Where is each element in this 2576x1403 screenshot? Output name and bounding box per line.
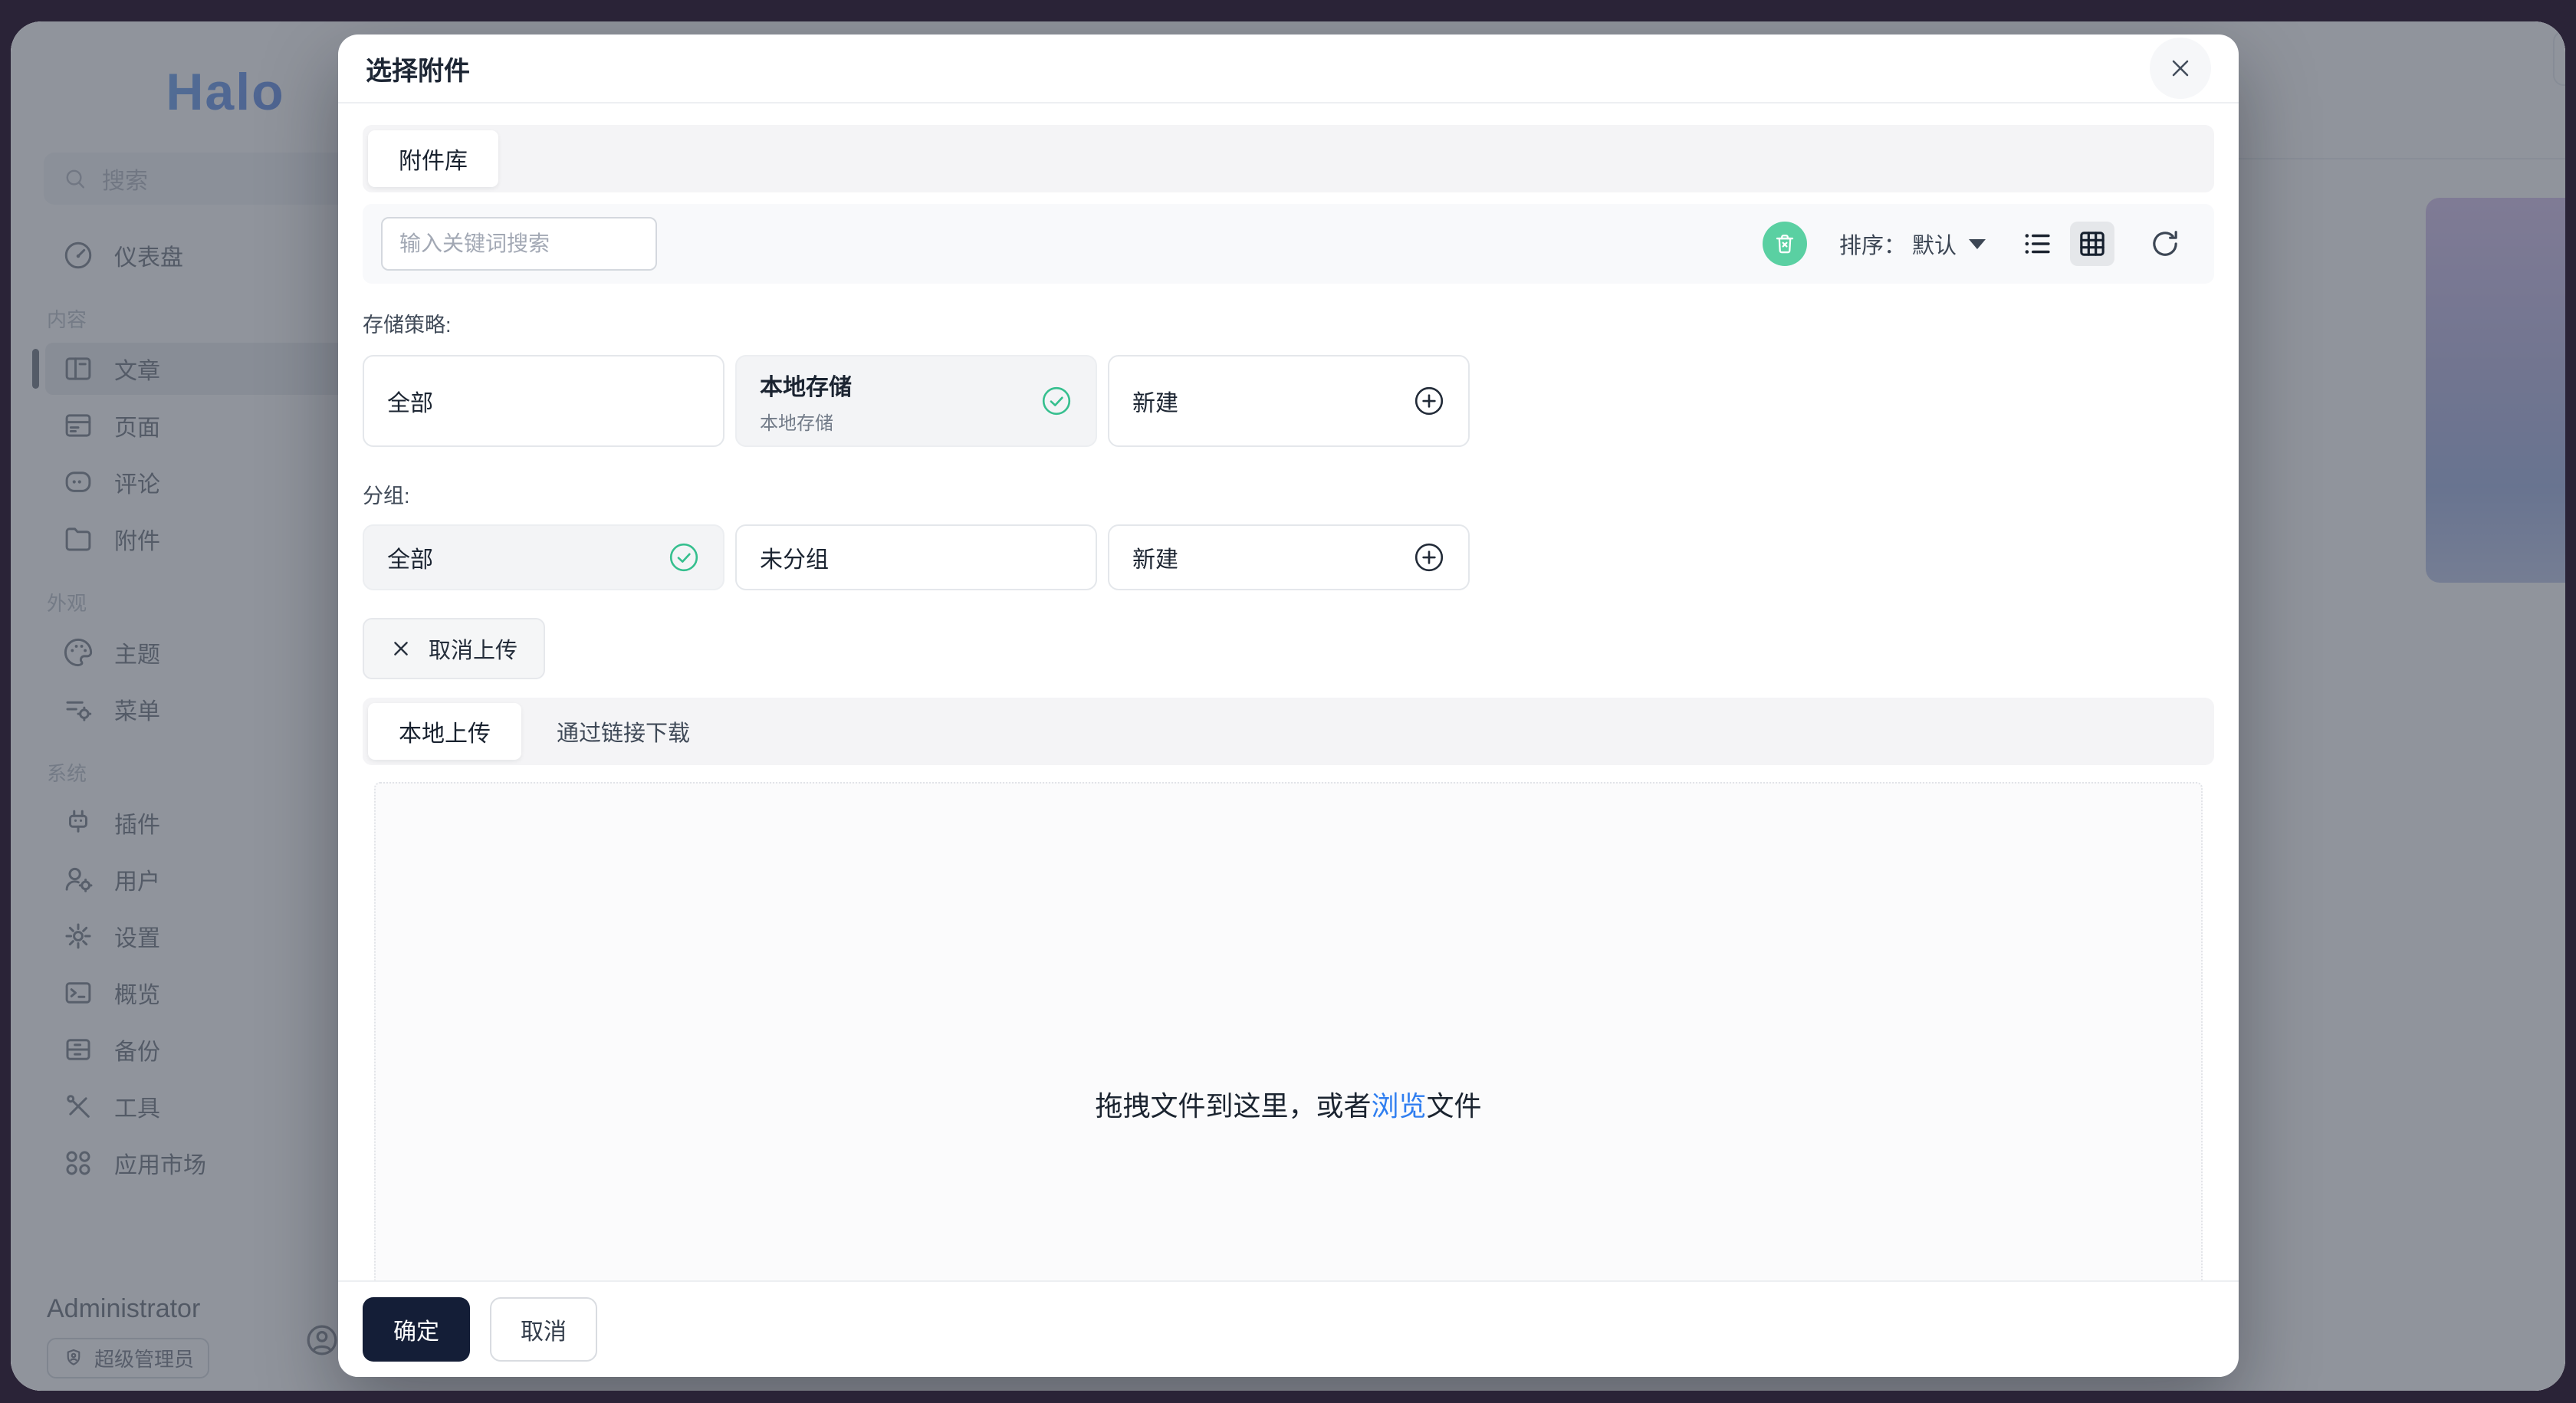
confirm-button[interactable]: 确定 [363, 1297, 470, 1362]
cancel-button[interactable]: 取消 [490, 1297, 597, 1362]
trash-icon [1773, 232, 1797, 256]
plus-circle-icon [1413, 541, 1445, 573]
upload-tabbar: 本地上传 通过链接下载 [363, 698, 2214, 765]
upload-dropzone[interactable]: 拖拽文件到这里，或者浏览文件 [374, 782, 2203, 1280]
group-card-ungrouped[interactable]: 未分组 [735, 524, 1097, 590]
group-cards: 全部 未分组 新建 [363, 524, 2214, 590]
modal-title: 选择附件 [366, 50, 470, 87]
list-icon [2021, 228, 2053, 260]
policy-card-local[interactable]: 本地存储 本地存储 [735, 355, 1097, 447]
refresh-button[interactable] [2150, 228, 2180, 259]
policy-card-all[interactable]: 全部 [363, 355, 724, 447]
app-window: Halo 搜索 ⌘K 仪表盘 内容 文章 [11, 21, 2565, 1391]
browse-files-link[interactable]: 浏览 [1371, 1090, 1426, 1122]
sort-value: 默认 [1912, 228, 1957, 260]
list-view-button[interactable] [2021, 228, 2053, 260]
tab-local-upload[interactable]: 本地上传 [368, 703, 521, 760]
group-card-new[interactable]: 新建 [1108, 524, 1470, 590]
group-label: 分组: [363, 479, 2214, 509]
tab-remote-download[interactable]: 通过链接下载 [521, 715, 725, 748]
tab-attachment-library[interactable]: 附件库 [368, 130, 498, 187]
refresh-icon [2150, 228, 2180, 259]
storage-policy-cards: 全部 本地存储 本地存储 新建 [363, 355, 2214, 447]
modal-body: 附件库 排序： 默认 [338, 105, 2239, 1280]
toolbar-actions: 排序： 默认 [1763, 222, 2180, 266]
library-toolbar: 排序： 默认 [363, 204, 2214, 284]
sort-label: 排序： [1839, 228, 1906, 260]
recycle-bin-toggle[interactable] [1763, 222, 1807, 266]
policy-card-new[interactable]: 新建 [1108, 355, 1470, 447]
dropzone-text: 拖拽文件到这里，或者浏览文件 [1095, 1084, 1481, 1124]
group-card-all[interactable]: 全部 [363, 524, 724, 590]
sort-dropdown[interactable]: 排序： 默认 [1839, 228, 1986, 260]
screen: Halo 搜索 ⌘K 仪表盘 内容 文章 [0, 0, 2576, 1403]
check-circle-icon [668, 541, 700, 573]
check-circle-icon [1040, 385, 1073, 417]
close-icon [2167, 54, 2194, 82]
chevron-down-icon [1969, 239, 1986, 249]
modal-header: 选择附件 [338, 34, 2239, 104]
close-button[interactable] [2150, 38, 2211, 99]
grid-icon [2077, 228, 2108, 259]
grid-view-button[interactable] [2070, 222, 2114, 266]
cancel-upload-button[interactable]: 取消上传 [363, 618, 545, 679]
storage-policy-label: 存储策略: [363, 308, 2214, 338]
keyword-search-input[interactable] [381, 217, 657, 271]
library-tabbar: 附件库 [363, 125, 2214, 192]
attachment-select-modal: 选择附件 附件库 排序： [338, 34, 2239, 1377]
modal-footer: 确定 取消 [338, 1280, 2239, 1377]
plus-circle-icon [1413, 385, 1445, 417]
close-icon [390, 638, 412, 659]
